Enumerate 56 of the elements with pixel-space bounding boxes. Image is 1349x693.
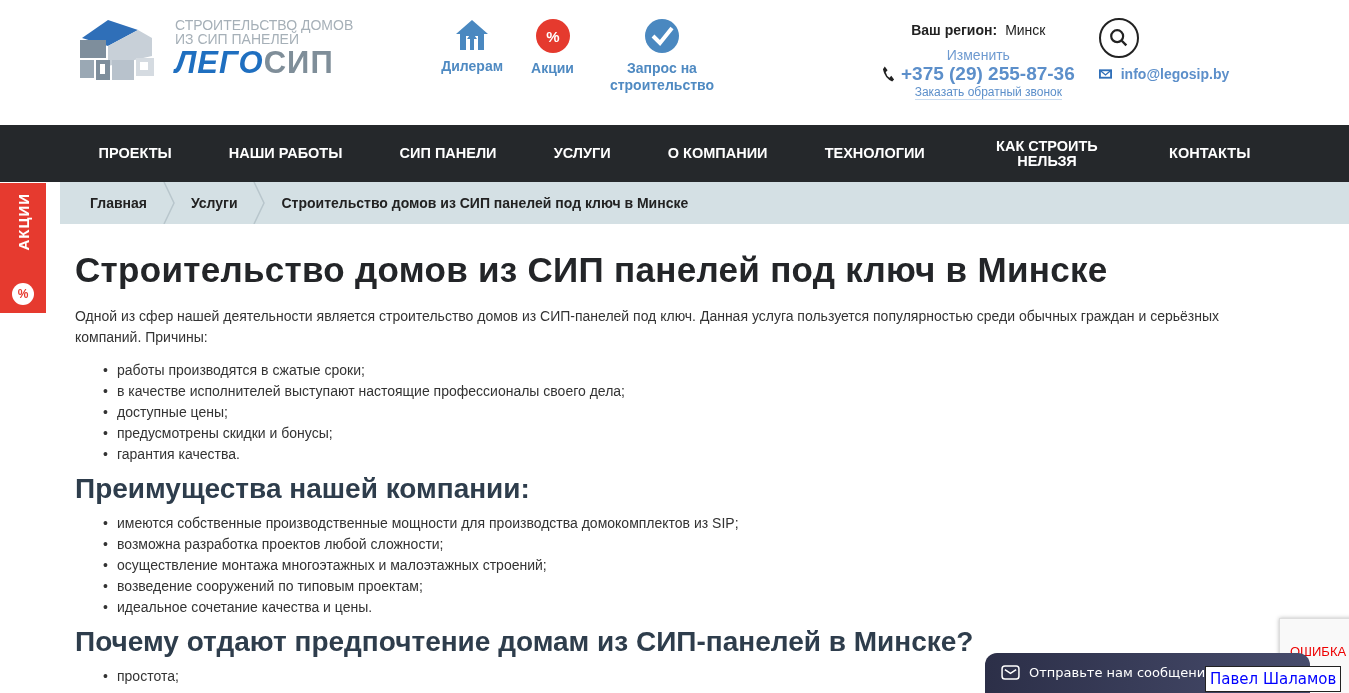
nav-link[interactable]: ПРОЕКТЫ	[98, 146, 172, 161]
intro-paragraph: Одной из сфер нашей деятельности является строительство домов из СИП-панелей под ключ. Данная услуга пользуется популярностью среди обычных граждан и серьёзных компаний. Причины:	[75, 307, 1220, 347]
region-value: Минск	[1005, 22, 1046, 38]
promo-side-tab[interactable]: АКЦИИ %	[0, 183, 46, 313]
logo-wordmark: ЛЕГОСИП	[175, 46, 335, 80]
callback-link[interactable]: Заказать обратный звонок	[914, 85, 1063, 100]
list-item: простота;	[117, 667, 179, 686]
bullet-marker: •	[103, 598, 109, 617]
nav-link[interactable]: КОНТАКТЫ	[1169, 146, 1251, 161]
house-link[interactable]: Дилерам	[441, 18, 504, 75]
breadcrumb-link[interactable]: Главная	[90, 195, 147, 211]
search-icon	[1107, 27, 1130, 49]
phone-icon	[881, 65, 895, 83]
bullet-marker: •	[103, 424, 109, 443]
nav-link[interactable]: ТЕХНОЛОГИИ	[824, 146, 925, 161]
list-item: имеются собственные производственные мощности для производства домокомплектов из SIP;	[117, 514, 739, 533]
check-link[interactable]: Запрос на строительство	[601, 18, 722, 94]
name-tooltip: Павел Шаламов	[1205, 666, 1342, 692]
section-heading: Преимущества нашей компании:	[75, 473, 531, 505]
bullet-marker: •	[103, 667, 109, 686]
nav-link[interactable]: УСЛУГИ	[553, 146, 611, 161]
nav-link[interactable]: О КОМПАНИИ	[667, 146, 768, 161]
breadcrumb-chevron-icon	[253, 182, 266, 224]
list-item: гарантия качества.	[117, 445, 240, 464]
nav-link[interactable]: КАК СТРОИТЬ НЕЛЬЗЯ	[981, 138, 1112, 169]
list-item: идеальное сочетание качества и цены.	[117, 598, 373, 617]
percent-badge-icon: %	[534, 18, 571, 54]
bullet-marker: •	[103, 361, 109, 380]
bullet-marker: •	[103, 535, 109, 554]
bullet-marker: •	[103, 577, 109, 596]
mail-icon	[1001, 665, 1020, 680]
list-item: доступные цены;	[117, 403, 228, 422]
bullet-marker: •	[103, 556, 109, 575]
percent-link[interactable]: % Акции	[531, 18, 574, 77]
list-item: работы производятся в сжатые сроки;	[117, 361, 365, 380]
bullet-marker: •	[103, 445, 109, 464]
breadcrumb-chevron-icon	[162, 182, 175, 224]
list-item: возможна разработка проектов любой сложности;	[117, 535, 444, 554]
nav-link[interactable]: СИП ПАНЕЛИ	[399, 146, 497, 161]
breadcrumb-link[interactable]: Строительство домов из СИП панелей под ключ в Минске	[281, 195, 689, 211]
bullet-marker: •	[103, 403, 109, 422]
list-item: в качестве исполнителей выступают настоящие профессионалы своего дела;	[117, 382, 625, 401]
nav-link[interactable]: НАШИ РАБОТЫ	[228, 146, 343, 161]
list-item: осуществление монтажа многоэтажных и малоэтажных строений;	[117, 556, 547, 575]
check-circle-icon	[643, 18, 680, 54]
region-label: Ваш регион:	[911, 22, 998, 38]
bullet-marker: •	[103, 514, 109, 533]
page-title: Строительство домов из СИП панелей под ключ в Минске	[75, 250, 1109, 290]
mail-icon	[1098, 69, 1112, 79]
list-item: предусмотрены скидки и бонусы;	[117, 424, 333, 443]
bullet-marker: •	[103, 382, 109, 401]
section-heading: Почему отдают предпочтение домам из СИП-панелей в Минске?	[75, 626, 975, 658]
list-item: возведение сооружений по типовым проектам;	[117, 577, 423, 596]
logo-tagline: СТРОИТЕЛЬСТВО ДОМОВ ИЗ СИП ПАНЕЛЕЙ	[175, 18, 354, 46]
search-button[interactable]	[1098, 18, 1139, 58]
breadcrumb-link[interactable]: Услуги	[190, 195, 238, 211]
